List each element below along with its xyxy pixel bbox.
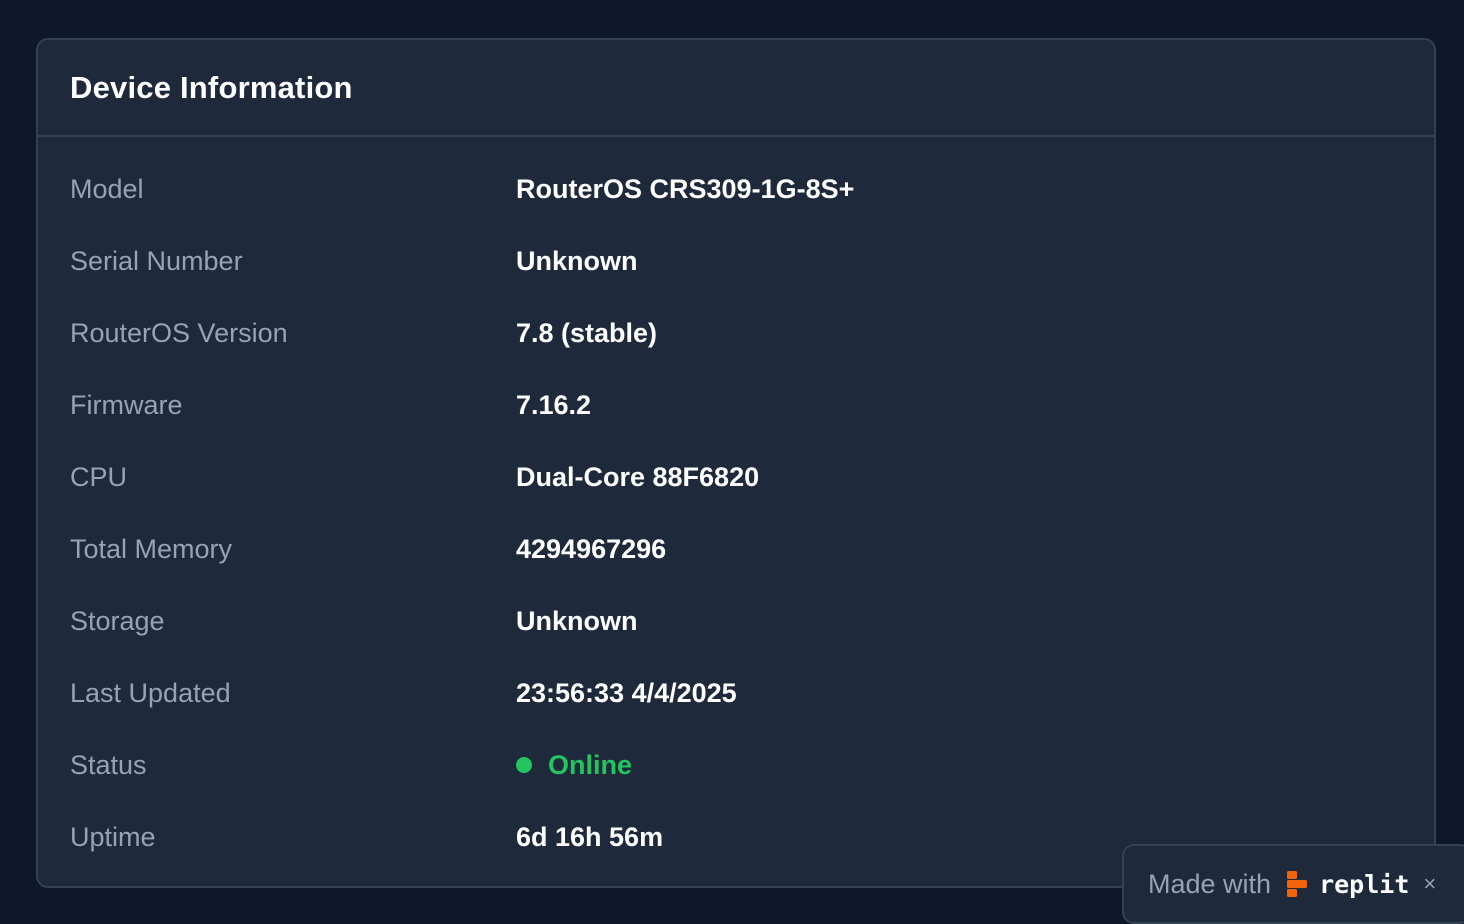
info-label: CPU bbox=[70, 461, 128, 492]
info-label: Serial Number bbox=[70, 245, 243, 276]
info-value: Unknown bbox=[516, 605, 638, 636]
info-value: 4294967296 bbox=[516, 533, 667, 564]
info-value: 7.16.2 bbox=[516, 389, 592, 420]
info-row-routeros-version: RouterOS Version 7.8 (stable) bbox=[38, 297, 1434, 369]
info-value: RouterOS CRS309-1G-8S+ bbox=[516, 173, 855, 204]
info-row-total-memory: Total Memory 4294967296 bbox=[38, 513, 1434, 585]
info-label: Uptime bbox=[70, 821, 156, 852]
info-row-firmware: Firmware 7.16.2 bbox=[38, 369, 1434, 441]
info-label: RouterOS Version bbox=[70, 317, 288, 348]
badge-text: Made with bbox=[1148, 868, 1272, 899]
info-label: Storage bbox=[70, 605, 165, 636]
status-indicator: Online bbox=[516, 750, 632, 781]
info-row-model: Model RouterOS CRS309-1G-8S+ bbox=[38, 153, 1434, 225]
info-label: Last Updated bbox=[70, 677, 231, 708]
replit-wordmark: replit bbox=[1319, 869, 1410, 899]
info-value: Unknown bbox=[516, 245, 638, 276]
info-label: Firmware bbox=[70, 389, 183, 420]
made-with-replit-badge[interactable]: Made with replit × bbox=[1122, 844, 1464, 924]
info-label: Status bbox=[70, 749, 147, 780]
status-dot-icon bbox=[516, 757, 532, 773]
info-row-storage: Storage Unknown bbox=[38, 585, 1434, 657]
status-text: Online bbox=[548, 749, 633, 780]
info-row-serial-number: Serial Number Unknown bbox=[38, 225, 1434, 297]
info-row-status: Status Online bbox=[38, 729, 1434, 801]
info-value: Dual-Core 88F6820 bbox=[516, 461, 760, 492]
info-list: Model RouterOS CRS309-1G-8S+ Serial Numb… bbox=[38, 137, 1434, 873]
info-value: 6d 16h 56m bbox=[516, 821, 664, 852]
info-value: 7.8 (stable) bbox=[516, 317, 658, 348]
close-icon[interactable]: × bbox=[1423, 871, 1436, 897]
info-row-cpu: CPU Dual-Core 88F6820 bbox=[38, 441, 1434, 513]
device-information-card: Device Information Model RouterOS CRS309… bbox=[36, 38, 1436, 888]
info-value: 23:56:33 4/4/2025 bbox=[516, 677, 737, 708]
replit-logo-icon bbox=[1287, 871, 1308, 897]
info-row-last-updated: Last Updated 23:56:33 4/4/2025 bbox=[38, 657, 1434, 729]
info-label: Total Memory bbox=[70, 533, 233, 564]
card-header: Device Information bbox=[38, 40, 1434, 137]
info-label: Model bbox=[70, 173, 144, 204]
card-title: Device Information bbox=[70, 69, 353, 105]
